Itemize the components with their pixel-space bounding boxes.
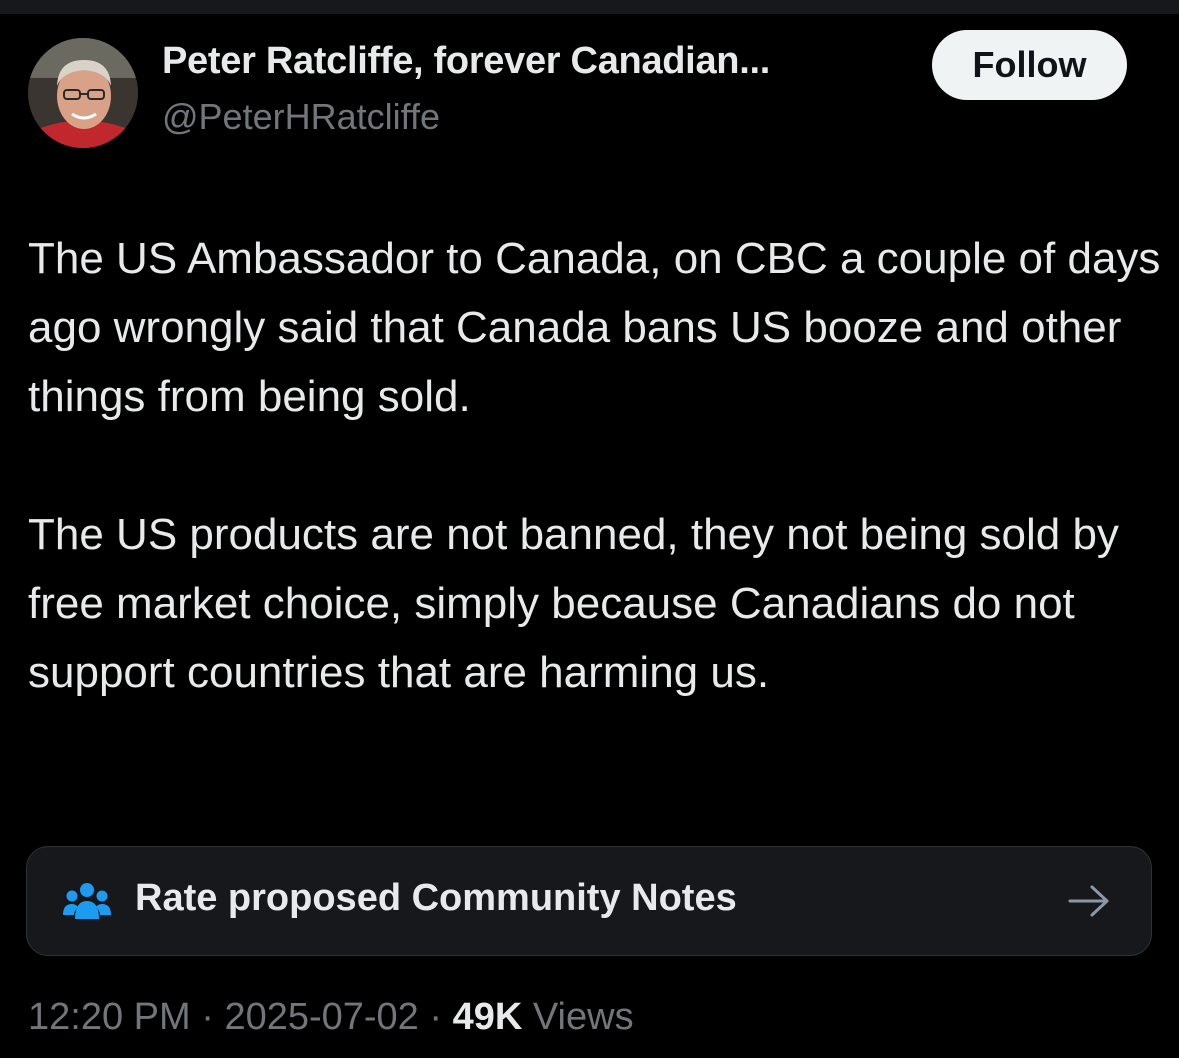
community-notes-label: Rate proposed Community Notes bbox=[135, 877, 737, 919]
meta-separator: · bbox=[201, 996, 214, 1038]
people-group-icon bbox=[63, 883, 111, 919]
tweet-date[interactable]: 2025-07-02 bbox=[224, 996, 418, 1038]
avatar[interactable] bbox=[28, 38, 138, 148]
views-count[interactable]: 49K bbox=[453, 996, 523, 1038]
tweet-time[interactable]: 12:20 PM bbox=[28, 996, 191, 1038]
views-label: Views bbox=[532, 996, 634, 1038]
tweet-text: The US Ambassador to Canada, on CBC a co… bbox=[28, 224, 1168, 707]
tweet-paragraph: The US products are not banned, they not… bbox=[28, 510, 1119, 697]
tweet-meta: 12:20 PM · 2025-07-02 · 49K Views bbox=[28, 996, 634, 1039]
meta-separator: · bbox=[429, 996, 443, 1038]
top-divider bbox=[0, 0, 1179, 14]
author-display-name[interactable]: Peter Ratcliffe, forever Canadian... bbox=[162, 40, 770, 83]
avatar-image bbox=[28, 38, 138, 148]
arrow-right-icon bbox=[1068, 885, 1109, 917]
community-notes-card[interactable]: Rate proposed Community Notes bbox=[26, 846, 1152, 956]
tweet-paragraph: The US Ambassador to Canada, on CBC a co… bbox=[28, 234, 1161, 421]
author-handle[interactable]: @PeterHRatcliffe bbox=[162, 96, 440, 138]
follow-button[interactable]: Follow bbox=[932, 30, 1127, 100]
